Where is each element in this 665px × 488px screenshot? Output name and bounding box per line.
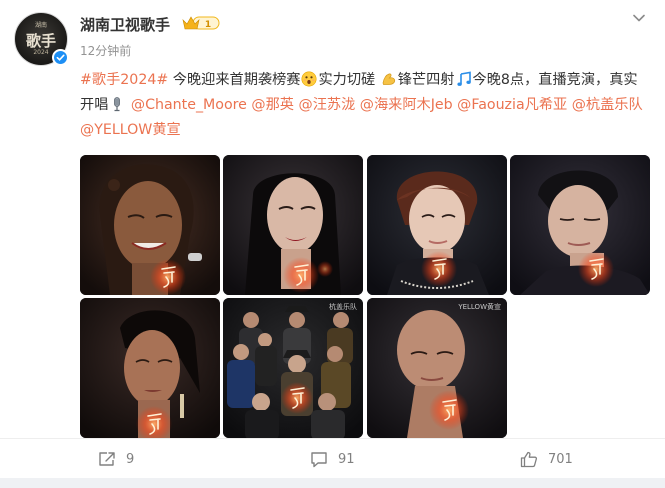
divider (0, 438, 665, 439)
photo-thumbnail[interactable] (80, 298, 220, 438)
photo-thumbnail[interactable] (510, 155, 650, 295)
mention-link[interactable]: @YELLOW黄宣 (80, 122, 181, 138)
like-count: 701 (548, 451, 573, 467)
microphone-emoji-icon (114, 97, 121, 112)
music-notes-emoji-icon (456, 71, 471, 86)
mention-link[interactable]: @Chante_Moore (126, 97, 247, 113)
mention-link[interactable]: @杭盖乐队 (567, 97, 643, 113)
repost-icon (99, 452, 115, 466)
like-button[interactable]: 701 (520, 446, 573, 472)
photo-thumbnail[interactable]: YELLOW黄宣 (367, 298, 507, 438)
account-name[interactable]: 湖南卫视歌手 (80, 14, 170, 35)
repost-button[interactable]: 9 (98, 446, 134, 472)
thumbs-up-icon (520, 451, 538, 467)
comment-icon (311, 451, 327, 467)
feed-separator (0, 478, 665, 488)
post-time[interactable]: 12分钟前 (80, 42, 131, 59)
hashtag-link[interactable]: #歌手2024# (80, 72, 168, 88)
vip-crown-badge-icon[interactable]: 1 (182, 14, 220, 32)
photo-watermark: YELLOW黄宣 (458, 303, 501, 311)
photo-thumbnail[interactable] (80, 155, 220, 295)
mention-link[interactable]: @那英 (247, 97, 294, 113)
verified-badge-icon (52, 49, 69, 66)
repost-count: 9 (126, 451, 135, 467)
comment-count: 91 (338, 451, 355, 467)
photo-watermark: 杭盖乐队 (329, 303, 357, 311)
post-text-segment: 今晚迎来首期袭榜赛 (168, 72, 301, 88)
post-text-segment: 锋芒四射 (397, 72, 455, 88)
mention-link[interactable]: @Faouzia凡希亚 (453, 97, 567, 113)
comment-button[interactable]: 91 (310, 446, 355, 472)
flexed-biceps-emoji-icon (382, 73, 395, 85)
post-text-segment: 实力切磋 (318, 72, 380, 88)
photo-thumbnail[interactable]: 杭盖乐队 (223, 298, 363, 438)
mention-link[interactable]: @汪苏泷 (294, 97, 356, 113)
photo-thumbnail[interactable] (223, 155, 363, 295)
photo-thumbnail[interactable] (367, 155, 507, 295)
astonished-face-emoji-icon (301, 71, 317, 87)
post-text: #歌手2024# 今晚迎来首期袭榜赛 实力切磋 锋芒四射 今晚8点，直播竞演，真实开… (80, 68, 648, 143)
photo-grid: 杭盖乐队 YELLOW黄宣 (80, 155, 650, 438)
avatar-logo-top: 湖南 (34, 22, 47, 29)
chevron-down-icon[interactable] (631, 10, 647, 26)
vip-level: 1 (205, 20, 211, 30)
avatar-logo-text: 歌手 (25, 32, 56, 50)
mention-link[interactable]: @海来阿木Jeb (355, 97, 453, 113)
